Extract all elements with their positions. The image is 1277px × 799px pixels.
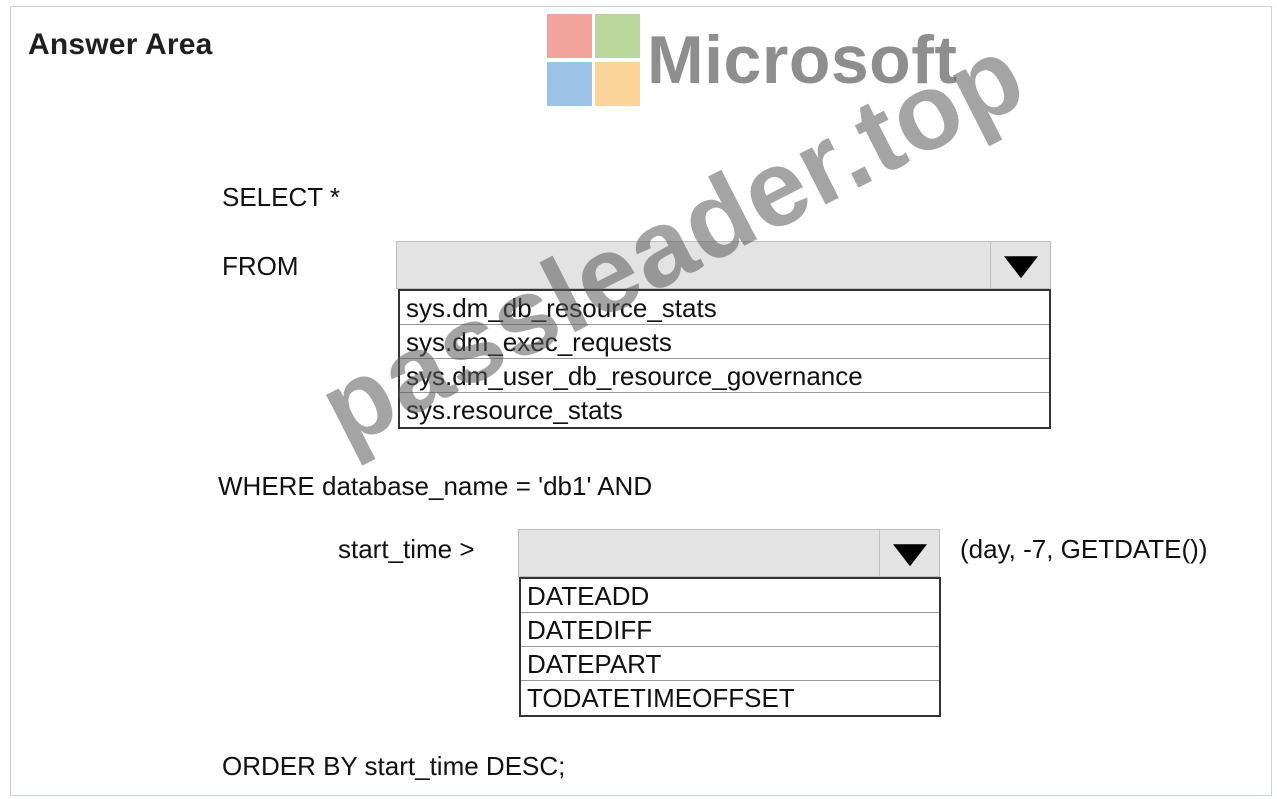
function-arguments: (day, -7, GETDATE()) <box>960 534 1208 564</box>
chevron-down-icon <box>892 544 927 567</box>
order-by-clause: ORDER BY start_time DESC; <box>222 751 566 781</box>
logo-red-square <box>547 14 592 58</box>
date-function-option[interactable]: DATEPART <box>521 647 939 681</box>
logo-yellow-square <box>595 62 640 106</box>
from-table-option[interactable]: sys.resource_stats <box>400 393 1049 427</box>
date-function-option[interactable]: TODATETIMEOFFSET <box>521 681 939 715</box>
from-table-option[interactable]: sys.dm_user_db_resource_governance <box>400 359 1049 393</box>
start-time-label: start_time > <box>338 534 475 564</box>
date-function-select[interactable] <box>518 529 940 577</box>
from-table-select[interactable] <box>396 241 1051 289</box>
chevron-down-icon <box>1003 256 1038 279</box>
answer-area-title: Answer Area <box>28 28 213 61</box>
logo-green-square <box>595 14 640 58</box>
microsoft-logo: Microsoft <box>545 14 965 108</box>
from-table-option[interactable]: sys.dm_db_resource_stats <box>400 291 1049 325</box>
logo-blue-square <box>547 62 592 106</box>
where-clause: WHERE database_name = 'db1' AND <box>218 471 653 501</box>
date-function-dropdown-button[interactable] <box>879 530 939 576</box>
from-dropdown-button[interactable] <box>990 242 1050 288</box>
logo-wordmark: Microsoft <box>647 22 958 98</box>
date-function-options-list: DATEADD DATEDIFF DATEPART TODATETIMEOFFSET <box>519 577 941 717</box>
date-function-option[interactable]: DATEADD <box>521 579 939 613</box>
select-statement: SELECT * <box>222 182 341 212</box>
from-table-option[interactable]: sys.dm_exec_requests <box>400 325 1049 359</box>
date-function-option[interactable]: DATEDIFF <box>521 613 939 647</box>
from-options-list: sys.dm_db_resource_stats sys.dm_exec_requ… <box>398 289 1051 429</box>
from-label: FROM <box>222 251 299 281</box>
